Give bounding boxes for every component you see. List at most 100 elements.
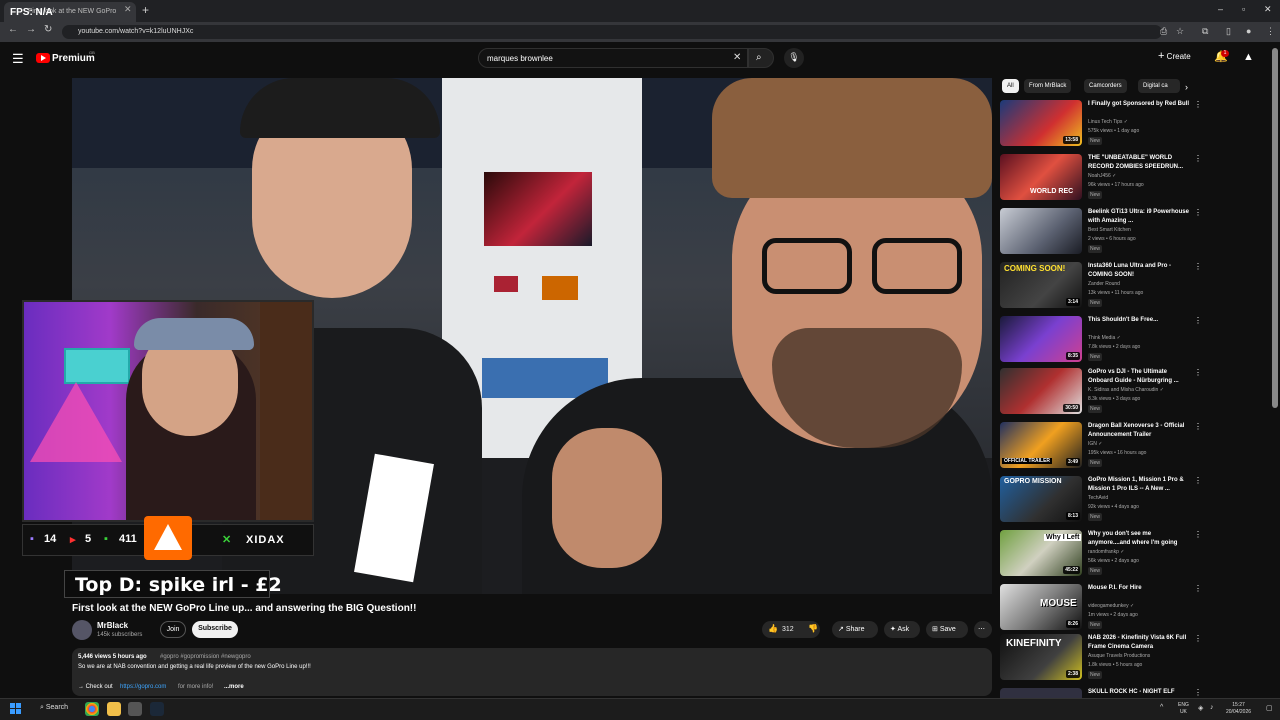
rec-title: Insta360 Luna Ultra and Pro - COMING SOO… (1088, 263, 1172, 278)
keyboard-language[interactable]: ENG UK (1178, 702, 1189, 716)
hashtags[interactable]: #gopro #gopromission #newgopro (160, 654, 251, 660)
tab-close-icon[interactable]: ✕ (124, 4, 132, 15)
volume-icon[interactable]: ♪ (1210, 704, 1214, 711)
rec-menu-icon[interactable]: ⋮ (1194, 154, 1202, 163)
file-explorer-icon[interactable] (107, 702, 121, 716)
rec-item[interactable]: 8:35 This Shouldn't Be Free... Think Med… (1000, 316, 1206, 366)
minimize-icon[interactable]: – (1218, 4, 1223, 14)
rec-item[interactable]: Why I Left 45:22 Why you don't see me any… (1000, 530, 1206, 580)
store-icon[interactable] (128, 702, 142, 716)
page-scrollbar[interactable] (1272, 48, 1278, 408)
rec-thumbnail (1000, 688, 1082, 698)
search-button[interactable]: ⌕ (748, 48, 774, 68)
rec-title: SKULL ROCK HC - NIGHT ELF (1088, 689, 1175, 695)
chrome-taskbar-icon[interactable] (85, 702, 99, 716)
hamburger-menu-icon[interactable]: ☰ (12, 51, 24, 67)
join-button[interactable]: Join (160, 621, 186, 638)
rec-item[interactable]: KINEFINITY 2:38 NAB 2026 - Kinefinity Vis… (1000, 634, 1206, 684)
new-tab-icon[interactable]: + (142, 3, 149, 17)
rec-duration: 8:13 (1065, 512, 1080, 520)
dislike-icon[interactable]: 👎 (808, 624, 818, 633)
windows-start-icon[interactable] (10, 703, 22, 715)
rec-item[interactable]: 13:58 I Finally got Sponsored by Red Bul… (1000, 100, 1206, 150)
rec-menu-icon[interactable]: ⋮ (1194, 100, 1202, 109)
more-actions-icon[interactable]: ⋯ (974, 621, 992, 638)
show-more-link[interactable]: ...more (224, 684, 244, 690)
rec-meta: 96k views • 17 hours ago (1088, 182, 1144, 188)
clock-date: 20/04/2026 (1226, 709, 1252, 715)
rec-item[interactable]: GOPRO MISSION 8:13 GoPro Mission 1, Missi… (1000, 476, 1206, 526)
rec-thumb-text: Why I Left (1044, 534, 1082, 541)
rec-meta: 13k views • 11 hours ago (1088, 290, 1144, 296)
rec-item[interactable]: OFFICIAL TRAILER 3:49 Dragon Ball Xenover… (1000, 422, 1206, 472)
rec-item[interactable]: SKULL ROCK HC - NIGHT ELF ⋮ (1000, 688, 1206, 698)
taskbar-search[interactable]: ⌕ Search (40, 704, 68, 712)
clear-search-icon[interactable]: ✕ (733, 52, 741, 63)
rec-menu-icon[interactable]: ⋮ (1194, 688, 1202, 697)
rec-title: I Finally got Sponsored by Red Bull (1088, 101, 1190, 107)
rec-channel: Linus Tech Tips ✓ (1088, 119, 1128, 125)
channel-name[interactable]: MrBlack (97, 621, 128, 630)
rec-menu-icon[interactable]: ⋮ (1194, 422, 1202, 431)
webcam-screen (64, 348, 130, 384)
bookmark-star-icon[interactable]: ☆ (1176, 26, 1184, 37)
rec-channel: Zander Round (1088, 281, 1120, 287)
rec-channel: randomfrankp ✓ (1088, 549, 1125, 555)
rec-menu-icon[interactable]: ⋮ (1194, 208, 1202, 217)
rec-duration: 13:58 (1063, 136, 1080, 144)
steam-icon[interactable] (150, 702, 164, 716)
description-checkout: → Check out (78, 684, 113, 690)
ask-button[interactable]: ✦ Ask (884, 621, 920, 638)
rec-menu-icon[interactable]: ⋮ (1194, 368, 1202, 377)
chip-camcorders[interactable]: Camcorders (1084, 79, 1127, 93)
voice-search-icon[interactable]: 🎙 (784, 48, 804, 68)
extensions-icon[interactable]: ⧉ (1202, 26, 1208, 37)
chip-digital[interactable]: Digital ca (1138, 79, 1180, 93)
chevron-right-icon[interactable]: › (1185, 82, 1188, 92)
reload-icon[interactable]: ↻ (44, 24, 52, 35)
rec-menu-icon[interactable]: ⋮ (1194, 316, 1202, 325)
rec-item[interactable]: COMING SOON! 3:14 Insta360 Luna Ultra and… (1000, 262, 1206, 312)
url-field[interactable]: youtube.com/watch?v=k12luUNHJXc (62, 25, 1162, 39)
booth-screen (484, 172, 592, 246)
share-button[interactable]: ↗ Share (832, 621, 878, 638)
rec-meta: 1.8k views • 5 hours ago (1088, 662, 1143, 668)
install-icon[interactable]: ⎙ (1160, 26, 1167, 37)
ask-label: Ask (897, 626, 910, 633)
system-clock[interactable]: 15:27 20/04/2026 (1226, 702, 1251, 716)
url-text: youtube.com/watch?v=k12luUNHJXc (78, 28, 194, 35)
network-icon[interactable]: ◈ (1198, 704, 1203, 712)
chip-all[interactable]: All (1002, 79, 1019, 93)
sidebar-icon[interactable]: ▯ (1226, 26, 1231, 37)
maximize-icon[interactable]: ▫ (1242, 4, 1245, 14)
chip-from-channel[interactable]: From MrBlack (1024, 79, 1072, 93)
rec-menu-icon[interactable]: ⋮ (1194, 262, 1202, 271)
close-window-icon[interactable]: ✕ (1264, 4, 1272, 15)
account-avatar[interactable]: ▲ (1243, 51, 1254, 63)
save-button[interactable]: ⊞ Save (926, 621, 968, 638)
forward-icon[interactable]: → (26, 24, 36, 35)
browser-menu-icon[interactable]: ⋮ (1266, 26, 1275, 37)
rec-menu-icon[interactable]: ⋮ (1194, 530, 1202, 539)
webcam-logo-neon (30, 382, 122, 462)
youtube-logo-icon[interactable] (36, 53, 50, 63)
rec-menu-icon[interactable]: ⋮ (1194, 476, 1202, 485)
search-input[interactable]: marques brownlee (478, 48, 748, 68)
rec-thumbnail: 13:58 (1000, 100, 1082, 146)
create-button[interactable]: + Create (1158, 50, 1191, 62)
like-icon[interactable]: 👍 (768, 624, 778, 633)
description-link[interactable]: https://gopro.com (120, 684, 166, 690)
rec-item[interactable]: Beelink GTi13 Ultra: i9 Powerhouse with … (1000, 208, 1206, 258)
rec-menu-icon[interactable]: ⋮ (1194, 584, 1202, 593)
back-icon[interactable]: ← (8, 24, 18, 35)
subscribe-button[interactable]: Subscribe (192, 621, 238, 638)
channel-avatar[interactable] (72, 620, 92, 640)
rec-item[interactable]: WORLD REC THE "UNBEATABLE" WORLD RECORD … (1000, 154, 1206, 204)
rec-channel: IGN ✓ (1088, 441, 1103, 447)
rec-item[interactable]: MOUSE 8:26 Mouse P.I. For Hire videogamed… (1000, 584, 1206, 634)
notification-center-icon[interactable]: ▢ (1266, 704, 1273, 712)
tray-chevron-icon[interactable]: ^ (1160, 704, 1163, 711)
rec-item[interactable]: 30:50 GoPro vs DJI - The Ultimate Onboar… (1000, 368, 1206, 418)
rec-menu-icon[interactable]: ⋮ (1194, 634, 1202, 643)
profile-icon[interactable]: ● (1246, 26, 1251, 36)
